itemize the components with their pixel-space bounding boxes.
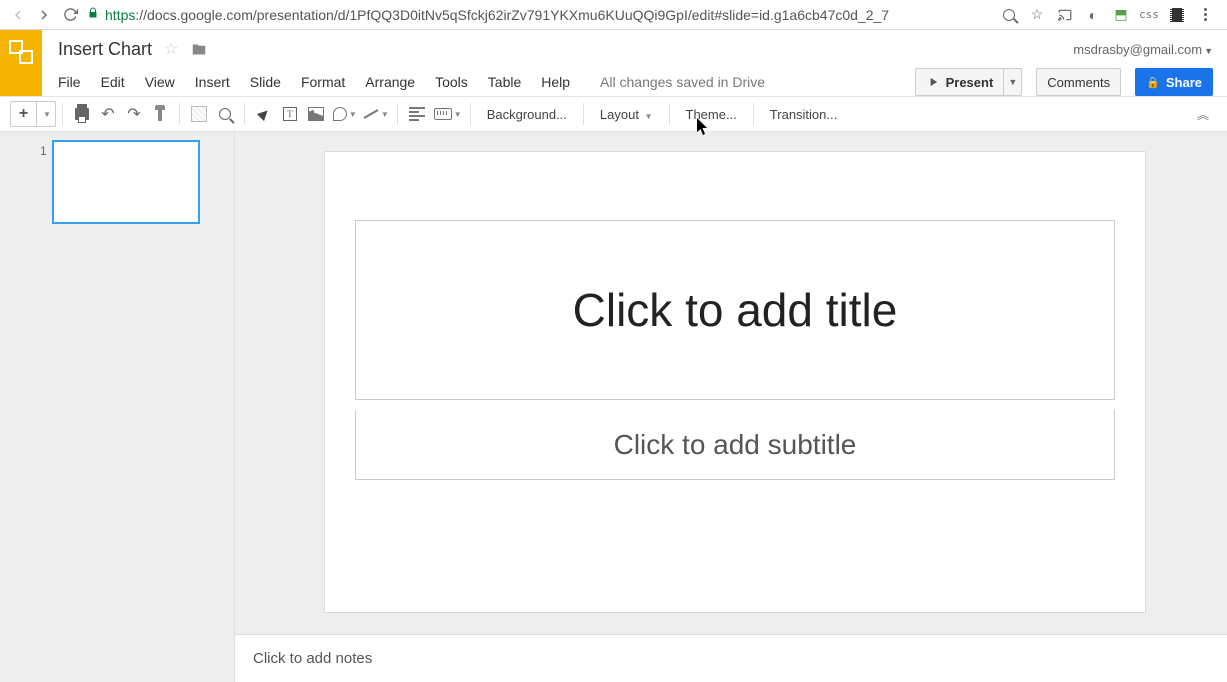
cast-icon[interactable]: [1056, 6, 1074, 24]
theme-button[interactable]: Theme...: [676, 107, 747, 122]
new-slide-dropdown[interactable]: ▼: [36, 101, 56, 127]
lock-icon: 🔒: [1146, 76, 1160, 89]
address-bar[interactable]: https://docs.google.com/presentation/d/1…: [83, 0, 992, 29]
title-placeholder-text: Click to add title: [573, 283, 898, 337]
fit-button[interactable]: [186, 101, 212, 127]
lock-icon: [87, 7, 99, 22]
comments-button[interactable]: Comments: [1036, 68, 1121, 96]
present-dropdown[interactable]: ▼: [1004, 68, 1022, 96]
textbox-icon: T: [283, 107, 297, 121]
textbox-tool[interactable]: T: [277, 101, 303, 127]
fit-icon: [191, 106, 207, 122]
paint-icon: [158, 107, 162, 121]
print-icon: [75, 108, 89, 120]
browser-menu-icon[interactable]: [1196, 6, 1214, 24]
star-icon[interactable]: ☆: [164, 39, 178, 59]
extension-icon-2[interactable]: ⬒: [1112, 6, 1130, 24]
subtitle-placeholder-text: Click to add subtitle: [614, 429, 857, 461]
redo-button[interactable]: ↷: [121, 101, 147, 127]
zoom-icon: [219, 108, 231, 120]
line-icon: [363, 109, 378, 119]
align-tool[interactable]: [404, 101, 430, 127]
new-slide-button[interactable]: +: [10, 101, 36, 127]
background-button[interactable]: Background...: [477, 107, 577, 122]
forward-button[interactable]: [31, 2, 57, 28]
zoom-button[interactable]: [212, 101, 238, 127]
reload-button[interactable]: [57, 2, 83, 28]
menu-edit[interactable]: Edit: [101, 74, 125, 90]
menu-file[interactable]: File: [58, 74, 81, 90]
browser-action-icons: ☆ ◐ ⬒ css: [992, 6, 1222, 24]
user-account[interactable]: msdrasby@gmail.com▼: [1073, 42, 1213, 57]
shape-icon: [333, 107, 347, 121]
image-tool[interactable]: [303, 101, 329, 127]
present-button[interactable]: Present: [915, 68, 1005, 96]
present-button-group: Present ▼: [915, 68, 1023, 96]
menu-view[interactable]: View: [145, 74, 175, 90]
input-tools[interactable]: ▼: [430, 101, 464, 127]
menu-help[interactable]: Help: [541, 74, 570, 90]
save-status: All changes saved in Drive: [600, 74, 765, 90]
shape-tool[interactable]: ▼: [329, 101, 359, 127]
star-bookmark-icon[interactable]: ☆: [1028, 6, 1046, 24]
folder-icon[interactable]: [190, 42, 208, 57]
image-icon: [308, 107, 324, 121]
collapse-toolbar-button[interactable]: ︽: [1189, 106, 1217, 123]
caret-down-icon: ▼: [1204, 46, 1213, 56]
undo-button[interactable]: ↶: [95, 101, 121, 127]
slide-thumbnail-1[interactable]: [52, 140, 200, 224]
menu-table[interactable]: Table: [488, 74, 521, 90]
layout-button[interactable]: Layout ▼: [590, 107, 663, 122]
menu-tools[interactable]: Tools: [435, 74, 468, 90]
app-logo[interactable]: [0, 30, 42, 96]
workspace: 1 Click to add title Click to add subtit…: [0, 132, 1227, 682]
document-title[interactable]: Insert Chart: [58, 39, 152, 60]
slide-thumbnails: 1: [0, 132, 235, 682]
extension-css-icon[interactable]: css: [1140, 6, 1158, 24]
title-placeholder[interactable]: Click to add title: [355, 220, 1115, 400]
cursor-icon: [257, 107, 271, 121]
menu-insert[interactable]: Insert: [195, 74, 230, 90]
zoom-indicator-icon[interactable]: [1000, 6, 1018, 24]
extension-icon-1[interactable]: ◐: [1084, 6, 1102, 24]
paint-format-button[interactable]: [147, 101, 173, 127]
menu-arrange[interactable]: Arrange: [365, 74, 415, 90]
extension-film-icon[interactable]: [1168, 6, 1186, 24]
menu-slide[interactable]: Slide: [250, 74, 281, 90]
browser-toolbar: https://docs.google.com/presentation/d/1…: [0, 0, 1227, 30]
line-tool[interactable]: ▼: [359, 101, 391, 127]
toolbar: + ▼ ↶ ↷ T ▼ ▼ ▼ Background... Layout ▼ T…: [0, 96, 1227, 132]
url-path: ://docs.google.com/presentation/d/1PfQQ3…: [135, 7, 889, 23]
url-protocol: https: [105, 7, 135, 23]
transition-button[interactable]: Transition...: [760, 107, 847, 122]
subtitle-placeholder[interactable]: Click to add subtitle: [355, 410, 1115, 480]
speaker-notes[interactable]: Click to add notes: [235, 634, 1227, 682]
keyboard-icon: [434, 108, 452, 120]
back-button[interactable]: [5, 2, 31, 28]
thumb-index: 1: [40, 144, 47, 158]
slide-canvas-area: Click to add title Click to add subtitle: [235, 132, 1227, 682]
align-icon: [409, 107, 425, 121]
menu-format[interactable]: Format: [301, 74, 345, 90]
share-button[interactable]: 🔒 Share: [1135, 68, 1213, 96]
select-tool[interactable]: [251, 101, 277, 127]
print-button[interactable]: [69, 101, 95, 127]
notes-placeholder: Click to add notes: [253, 650, 372, 667]
slide-canvas[interactable]: Click to add title Click to add subtitle: [325, 152, 1145, 612]
caret-down-icon: ▼: [645, 112, 653, 121]
menu-bar: File Edit View Insert Slide Format Arran…: [42, 68, 1227, 96]
